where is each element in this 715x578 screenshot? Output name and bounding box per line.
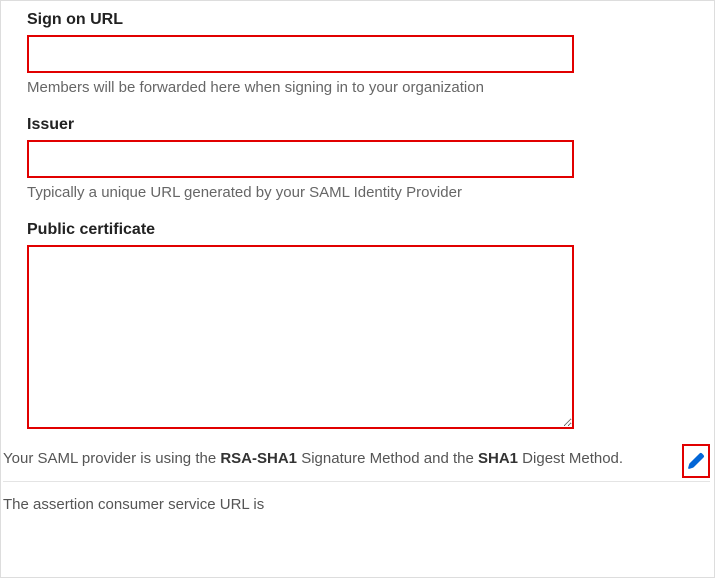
saml-settings-panel: Sign on URL Members will be forwarded he…: [0, 0, 715, 578]
sign-on-url-label: Sign on URL: [27, 11, 688, 29]
saml-method-info: Your SAML provider is using the RSA-SHA1…: [3, 438, 710, 481]
signature-method-value: RSA-SHA1: [220, 450, 297, 467]
pencil-icon: [687, 452, 705, 470]
saml-info-mid: Signature Method and the: [297, 450, 478, 467]
sign-on-url-help: Members will be forwarded here when sign…: [27, 79, 688, 96]
issuer-label: Issuer: [27, 116, 688, 134]
edit-saml-method-button[interactable]: [682, 444, 710, 478]
saml-info-prefix: Your SAML provider is using the: [3, 450, 220, 467]
public-certificate-field-group: Public certificate: [27, 221, 688, 432]
saml-info-suffix: Digest Method.: [518, 450, 623, 467]
assertion-consumer-url-info: The assertion consumer service URL is: [3, 482, 688, 513]
issuer-help: Typically a unique URL generated by your…: [27, 184, 688, 201]
issuer-input[interactable]: [27, 140, 574, 178]
sign-on-url-field-group: Sign on URL Members will be forwarded he…: [27, 11, 688, 96]
issuer-field-group: Issuer Typically a unique URL generated …: [27, 116, 688, 201]
sign-on-url-input[interactable]: [27, 35, 574, 73]
digest-method-value: SHA1: [478, 450, 518, 467]
public-certificate-textarea[interactable]: [27, 245, 574, 429]
public-certificate-label: Public certificate: [27, 221, 688, 239]
